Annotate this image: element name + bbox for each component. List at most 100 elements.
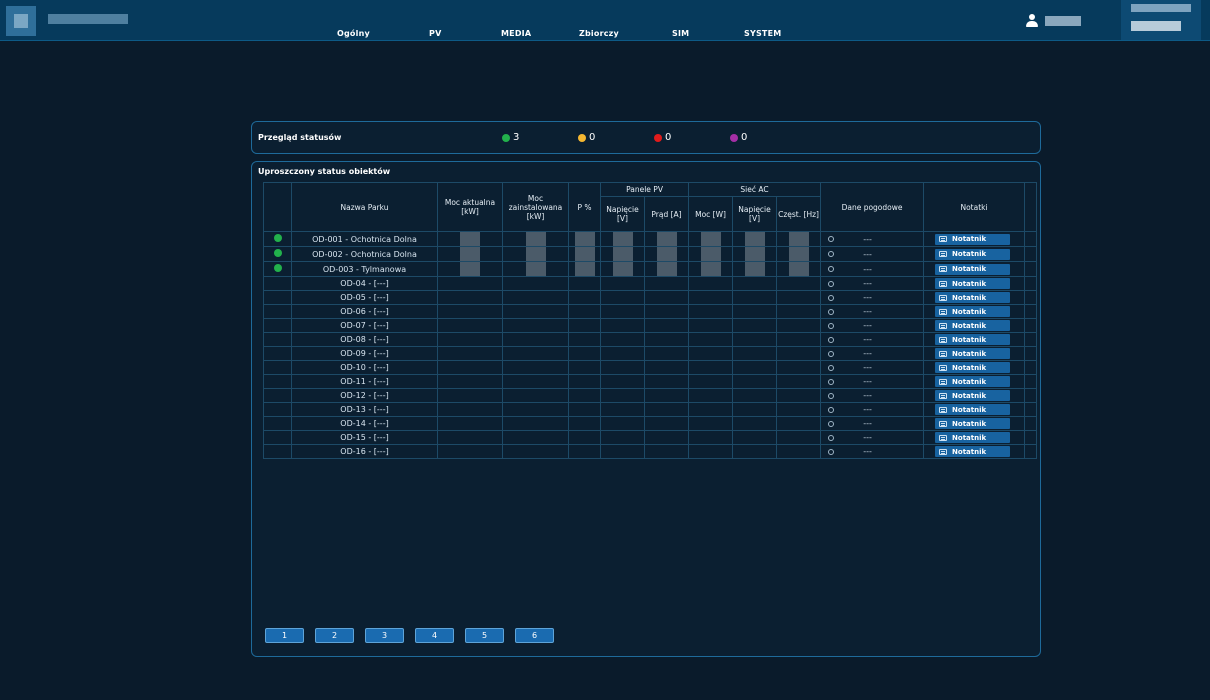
spacer-cell bbox=[1024, 246, 1038, 262]
notepad-button[interactable]: Notatnik bbox=[935, 446, 1011, 457]
spacer-cell bbox=[1024, 304, 1038, 319]
pv-voltage-value bbox=[600, 346, 645, 361]
status-overview-title: Przegląd statusów bbox=[258, 133, 342, 142]
spacer-cell bbox=[1024, 332, 1038, 347]
redacted-value bbox=[525, 232, 546, 246]
ac-voltage-value bbox=[732, 231, 778, 247]
nav-item-pv[interactable]: PV bbox=[429, 29, 441, 38]
notepad-button[interactable]: Notatnik bbox=[935, 418, 1011, 429]
weather-cell: --- bbox=[820, 444, 925, 459]
notes-cell: Notatnik bbox=[923, 346, 1026, 361]
current-power-value bbox=[437, 374, 503, 389]
notepad-button[interactable]: Notatnik bbox=[935, 404, 1011, 415]
notepad-button[interactable]: Notatnik bbox=[935, 334, 1011, 345]
park-name[interactable]: OD-003 - Tylmanowa bbox=[291, 261, 438, 277]
page-button-6[interactable]: 6 bbox=[515, 628, 554, 643]
page-button-1[interactable]: 1 bbox=[265, 628, 304, 643]
logo[interactable] bbox=[6, 6, 36, 36]
p-percent-value bbox=[568, 276, 601, 291]
ac-frequency-value bbox=[776, 416, 822, 431]
notepad-button[interactable]: Notatnik bbox=[935, 306, 1011, 317]
park-name[interactable]: OD-08 - [---] bbox=[291, 332, 438, 347]
column-header-ac-frequency: Częst. [Hz] bbox=[776, 196, 822, 232]
notepad-button[interactable]: Notatnik bbox=[935, 390, 1011, 401]
park-name[interactable]: OD-06 - [---] bbox=[291, 304, 438, 319]
page-button-2[interactable]: 2 bbox=[315, 628, 354, 643]
park-name[interactable]: OD-04 - [---] bbox=[291, 276, 438, 291]
pv-current-value bbox=[643, 388, 690, 403]
table-row: OD-07 - [---] --- Notatnik bbox=[263, 318, 1038, 333]
p-percent-value bbox=[568, 374, 601, 389]
park-name[interactable]: OD-12 - [---] bbox=[291, 388, 438, 403]
park-name[interactable]: OD-13 - [---] bbox=[291, 402, 438, 417]
weather-cell: --- bbox=[820, 246, 925, 262]
ac-voltage-value bbox=[732, 290, 778, 305]
user-menu[interactable] bbox=[1024, 12, 1081, 30]
notepad-button[interactable]: Notatnik bbox=[935, 292, 1011, 303]
nav-item-system[interactable]: SYSTEM bbox=[744, 29, 781, 38]
status-cell bbox=[263, 276, 292, 291]
table-row: OD-002 - Ochotnica Dolna --- Notatnik bbox=[263, 246, 1038, 262]
redacted-value bbox=[460, 262, 480, 276]
notepad-button[interactable]: Notatnik bbox=[935, 362, 1011, 373]
notepad-button[interactable]: Notatnik bbox=[935, 432, 1011, 443]
notes-cell: Notatnik bbox=[923, 374, 1026, 389]
table-row: OD-12 - [---] --- Notatnik bbox=[263, 388, 1038, 403]
park-name[interactable]: OD-14 - [---] bbox=[291, 416, 438, 431]
page-button-4[interactable]: 4 bbox=[415, 628, 454, 643]
pv-voltage-value bbox=[600, 276, 645, 291]
notepad-button[interactable]: Notatnik bbox=[935, 248, 1011, 260]
notepad-button[interactable]: Notatnik bbox=[935, 376, 1011, 387]
ac-power-value bbox=[688, 430, 734, 445]
nav-item-ogolny[interactable]: Ogólny bbox=[337, 29, 370, 38]
weather-cell: --- bbox=[820, 388, 925, 403]
weather-value: --- bbox=[863, 307, 872, 316]
sun-icon bbox=[826, 279, 836, 289]
notepad-button[interactable]: Notatnik bbox=[935, 233, 1011, 245]
park-name[interactable]: OD-11 - [---] bbox=[291, 374, 438, 389]
park-name[interactable]: OD-05 - [---] bbox=[291, 290, 438, 305]
column-header-spacer bbox=[1024, 182, 1038, 232]
status-cell bbox=[263, 444, 292, 459]
weather-cell: --- bbox=[820, 276, 925, 291]
pv-current-value bbox=[643, 231, 690, 247]
nav-item-media[interactable]: MEDIA bbox=[501, 29, 531, 38]
park-name[interactable]: OD-001 - Ochotnica Dolna bbox=[291, 231, 438, 247]
nav-item-sim[interactable]: SIM bbox=[672, 29, 689, 38]
current-power-value bbox=[437, 430, 503, 445]
current-power-value bbox=[437, 304, 503, 319]
page-button-3[interactable]: 3 bbox=[365, 628, 404, 643]
current-power-value bbox=[437, 388, 503, 403]
ac-power-value bbox=[688, 444, 734, 459]
redacted-value bbox=[612, 247, 633, 261]
column-header-current-power: Moc aktualna [kW] bbox=[437, 182, 503, 232]
column-header-installed-power: Moc zainstalowana [kW] bbox=[502, 182, 569, 232]
header-info-redacted bbox=[1121, 0, 1201, 40]
nav-item-zbiorczy[interactable]: Zbiorczy bbox=[579, 29, 619, 38]
park-name[interactable]: OD-09 - [---] bbox=[291, 346, 438, 361]
notepad-button[interactable]: Notatnik bbox=[935, 348, 1011, 359]
notes-cell: Notatnik bbox=[923, 388, 1026, 403]
note-icon bbox=[939, 378, 948, 385]
park-name[interactable]: OD-002 - Ochotnica Dolna bbox=[291, 246, 438, 262]
column-header-name: Nazwa Parku bbox=[291, 182, 438, 232]
p-percent-value bbox=[568, 416, 601, 431]
redacted-value bbox=[612, 232, 633, 246]
park-name[interactable]: OD-16 - [---] bbox=[291, 444, 438, 459]
spacer-cell bbox=[1024, 402, 1038, 417]
notepad-button[interactable]: Notatnik bbox=[935, 278, 1011, 289]
column-header-p-percent: P % bbox=[568, 182, 601, 232]
page-button-5[interactable]: 5 bbox=[465, 628, 504, 643]
ac-power-value bbox=[688, 360, 734, 375]
park-name[interactable]: OD-07 - [---] bbox=[291, 318, 438, 333]
park-name[interactable]: OD-10 - [---] bbox=[291, 360, 438, 375]
park-name[interactable]: OD-15 - [---] bbox=[291, 430, 438, 445]
ac-power-value bbox=[688, 246, 734, 262]
p-percent-value bbox=[568, 402, 601, 417]
ac-power-value bbox=[688, 332, 734, 347]
weather-cell: --- bbox=[820, 231, 925, 247]
redacted-value bbox=[744, 262, 765, 276]
notepad-button[interactable]: Notatnik bbox=[935, 320, 1011, 331]
status-cell bbox=[263, 388, 292, 403]
notepad-button[interactable]: Notatnik bbox=[935, 263, 1011, 275]
